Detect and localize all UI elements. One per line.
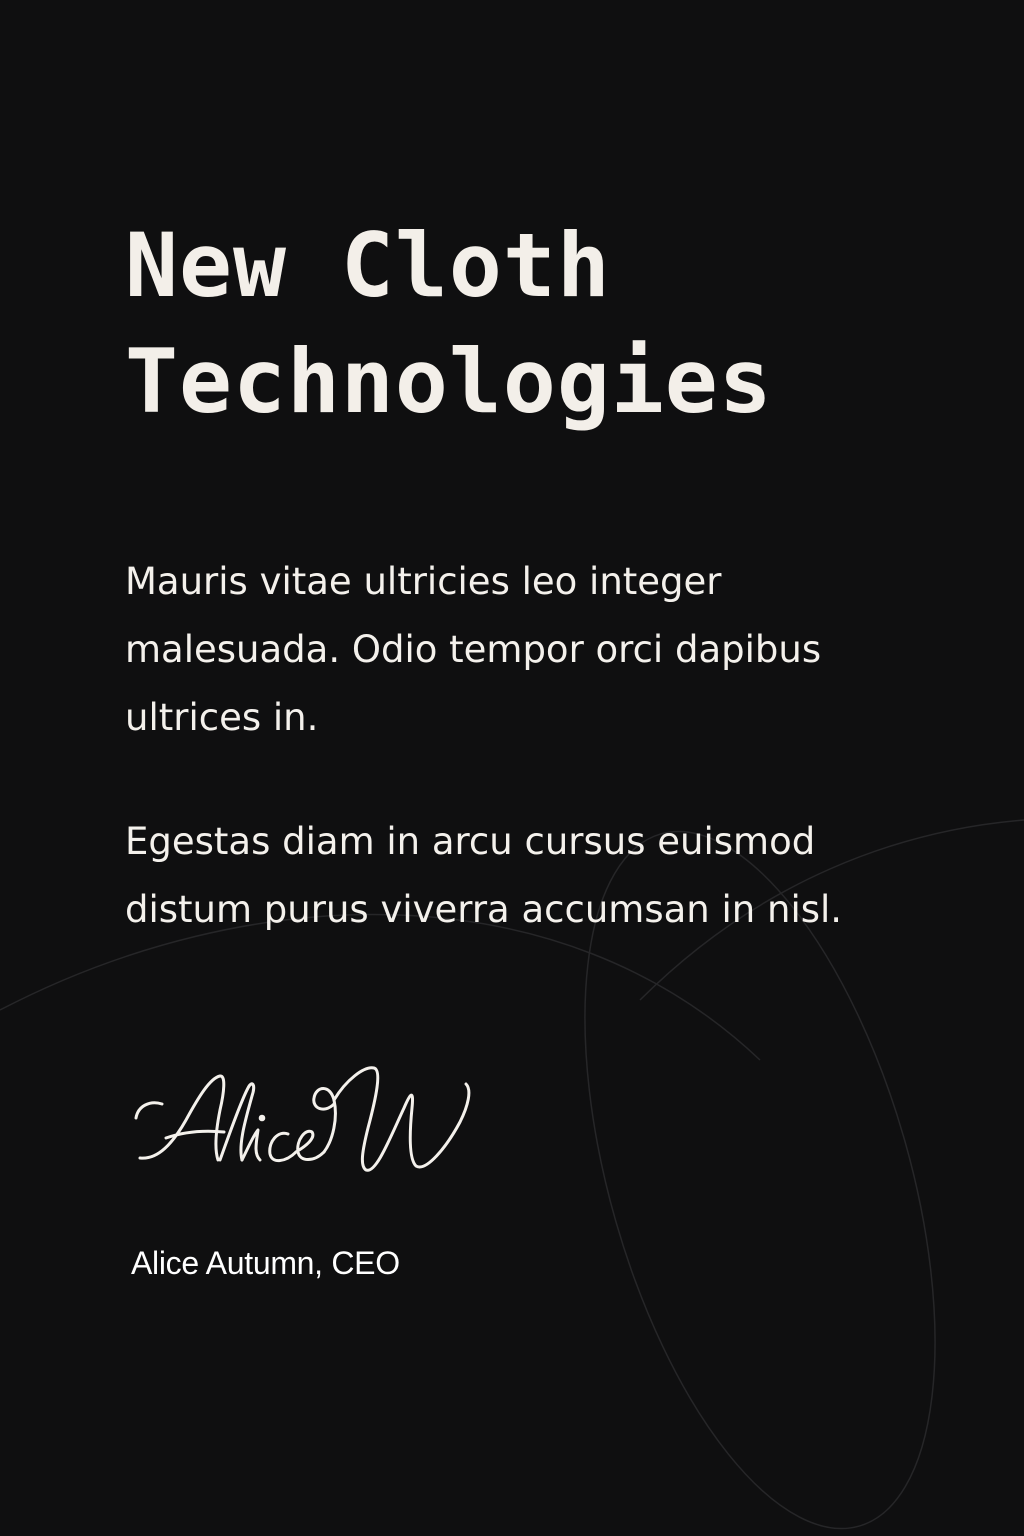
title-line-1: New Cloth <box>125 214 611 317</box>
body-paragraph-1: Mauris vitae ultricies leo integer males… <box>125 560 822 739</box>
document-content: New Cloth Technologies Mauris vitae ultr… <box>125 208 925 944</box>
document-page: New Cloth Technologies Mauris vitae ultr… <box>0 0 1024 1536</box>
page-title: New Cloth Technologies <box>125 208 925 440</box>
signatory-name: Alice Autumn, CEO <box>131 1245 400 1281</box>
title-line-2: Technologies <box>125 330 773 433</box>
body-paragraph-2: Egestas diam in arcu cursus euismod dist… <box>125 820 843 931</box>
handwritten-signature <box>134 1066 471 1172</box>
